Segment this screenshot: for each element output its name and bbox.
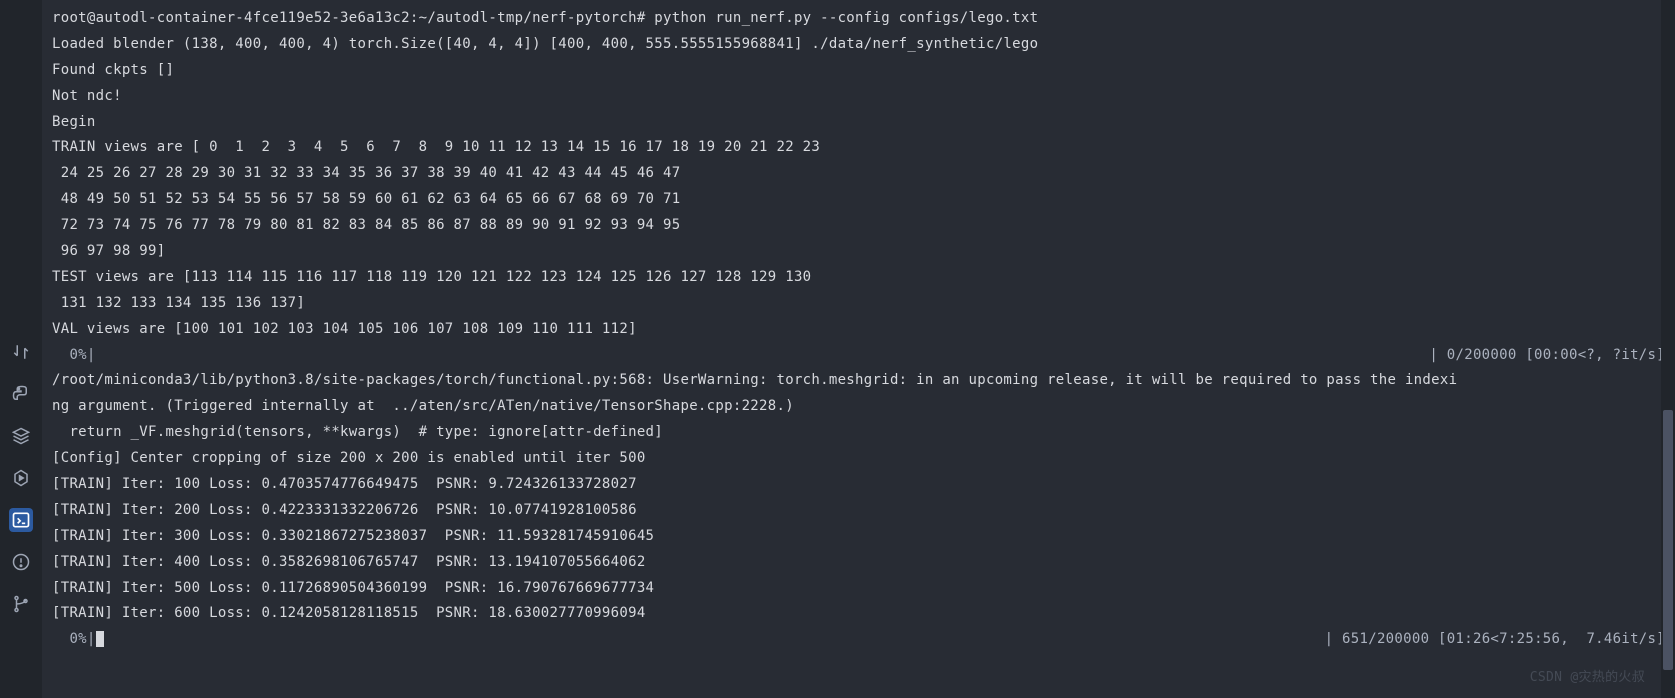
progress-2-left: 0%|	[52, 631, 96, 647]
layers-icon[interactable]	[9, 424, 33, 448]
terminal-line: [TRAIN] Iter: 100 Loss: 0.47035747766494…	[52, 472, 1665, 498]
terminal-line: TEST views are [113 114 115 116 117 118 …	[52, 265, 1665, 291]
sidebar	[0, 0, 42, 698]
watermark: CSDN @灾热的火叔	[1530, 666, 1645, 690]
terminal-pane[interactable]: root@autodl-container-4fce119e52-3e6a13c…	[42, 0, 1675, 698]
terminal-line: Begin	[52, 110, 1665, 136]
play-hex-icon[interactable]	[9, 466, 33, 490]
terminal-line: 72 73 74 75 76 77 78 79 80 81 82 83 84 8…	[52, 213, 1665, 239]
terminal-icon[interactable]	[9, 508, 33, 532]
python-icon[interactable]	[9, 382, 33, 406]
alert-icon[interactable]	[9, 550, 33, 574]
progress-bar-2: 0%| | 651/200000 [01:26<7:25:56, 7.46it/…	[52, 627, 1665, 653]
terminal-line: Not ndc!	[52, 84, 1665, 110]
terminal-line: [TRAIN] Iter: 600 Loss: 0.12420581281185…	[52, 601, 1665, 627]
terminal-line: [TRAIN] Iter: 500 Loss: 0.11726890504360…	[52, 576, 1665, 602]
terminal-line: 48 49 50 51 52 53 54 55 56 57 58 59 60 6…	[52, 187, 1665, 213]
terminal-line: [TRAIN] Iter: 400 Loss: 0.35826981067657…	[52, 550, 1665, 576]
scrollbar[interactable]	[1661, 0, 1675, 698]
terminal-line: [TRAIN] Iter: 300 Loss: 0.33021867275238…	[52, 524, 1665, 550]
terminal-line: [Config] Center cropping of size 200 x 2…	[52, 446, 1665, 472]
terminal-line: 96 97 98 99]	[52, 239, 1665, 265]
terminal-line: root@autodl-container-4fce119e52-3e6a13c…	[52, 6, 1665, 32]
progress-right: | 0/200000 [00:00<?, ?it/s]	[1429, 343, 1665, 369]
progress-2-right: | 651/200000 [01:26<7:25:56, 7.46it/s]	[1325, 627, 1665, 653]
terminal-line: TRAIN views are [ 0 1 2 3 4 5 6 7 8 9 10…	[52, 135, 1665, 161]
terminal-line: [TRAIN] Iter: 200 Loss: 0.42233313322067…	[52, 498, 1665, 524]
terminal-line: return _VF.meshgrid(tensors, **kwargs) #…	[52, 420, 1665, 446]
terminal-line: Loaded blender (138, 400, 400, 4) torch.…	[52, 32, 1665, 58]
scroll-thumb[interactable]	[1663, 410, 1673, 670]
branch-icon[interactable]	[9, 592, 33, 616]
swap-icon[interactable]	[9, 340, 33, 364]
progress-left: 0%|	[52, 343, 96, 369]
cursor-icon	[96, 631, 104, 647]
terminal-line: VAL views are [100 101 102 103 104 105 1…	[52, 317, 1665, 343]
terminal-line: /root/miniconda3/lib/python3.8/site-pack…	[52, 368, 1665, 394]
progress-bar-1: 0%| | 0/200000 [00:00<?, ?it/s]	[52, 343, 1665, 369]
terminal-line: Found ckpts []	[52, 58, 1665, 84]
terminal-line: 131 132 133 134 135 136 137]	[52, 291, 1665, 317]
terminal-line: 24 25 26 27 28 29 30 31 32 33 34 35 36 3…	[52, 161, 1665, 187]
terminal-line: ng argument. (Triggered internally at ..…	[52, 394, 1665, 420]
